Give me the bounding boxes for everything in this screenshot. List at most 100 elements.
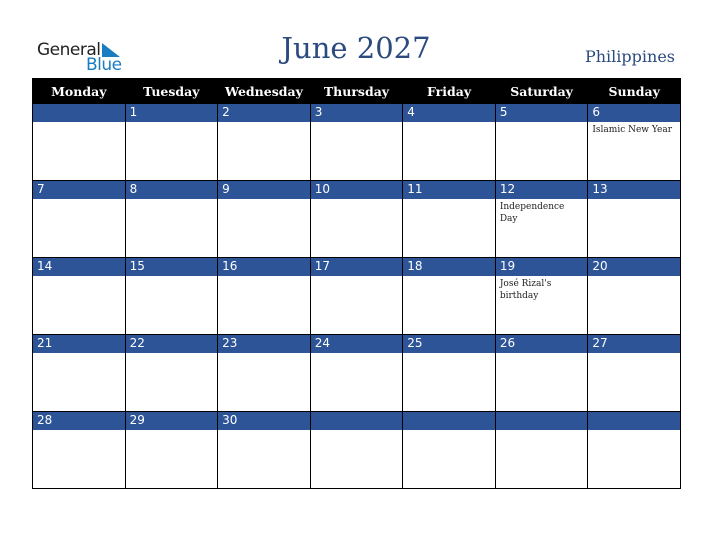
day-cell[interactable] [494,430,589,489]
day-cell[interactable] [402,122,496,181]
holiday-label: Independence Day [499,202,565,224]
day-cell[interactable] [309,276,404,335]
day-cell[interactable]: Islamic New Year [587,122,681,181]
week-1-date-row: 1 2 3 4 5 6 [32,103,681,122]
day-number: 21 [37,336,53,350]
holiday-label [496,353,588,357]
day-cell[interactable] [217,199,311,258]
holiday-label: Islamic New Year [592,125,673,135]
holiday-label [496,122,588,126]
day-number: 9 [222,182,230,196]
day-number-cell: 11 [402,180,496,199]
holiday-label [33,430,125,434]
day-cell[interactable] [124,353,219,412]
day-number: 12 [499,182,516,196]
holiday-label [126,122,218,126]
holiday-label [33,122,125,126]
day-cell[interactable] [309,199,404,258]
day-number: 11 [407,182,423,196]
day-number-cell [402,411,496,430]
day-cell[interactable] [402,276,496,335]
day-number-cell: 6 [587,103,681,122]
day-number: 8 [129,182,138,196]
day-cell[interactable]: José Rizal's birthday [494,276,589,335]
holiday-label [311,199,403,203]
day-number [588,412,680,413]
weekday-header: Wednesday [217,78,311,104]
week-3-event-row: José Rizal's birthday [32,276,681,335]
day-cell[interactable] [217,353,311,412]
day-cell[interactable] [124,122,219,181]
day-cell[interactable] [32,199,126,258]
day-cell[interactable] [32,430,126,489]
holiday-label [311,430,403,434]
day-number-cell: 10 [309,180,404,199]
weekday-header: Sunday [587,78,681,104]
day-cell[interactable] [32,122,126,181]
day-cell[interactable]: Independence Day [494,199,589,258]
day-number: 19 [499,259,516,273]
day-cell[interactable] [309,122,404,181]
day-cell[interactable] [32,276,126,335]
day-cell[interactable] [494,122,589,181]
day-cell[interactable] [124,276,219,335]
day-number: 2 [222,105,230,119]
day-number-cell: 14 [32,257,126,276]
day-cell[interactable] [217,122,311,181]
holiday-label [218,353,310,357]
holiday-label [218,430,310,434]
day-number [311,412,403,413]
day-cell[interactable] [217,276,311,335]
day-cell[interactable] [402,353,496,412]
day-cell[interactable] [124,199,219,258]
day-cell[interactable] [124,430,219,489]
day-number: 1 [129,105,138,119]
weekday-header-row: Monday Tuesday Wednesday Thursday Friday… [32,78,681,104]
day-cell[interactable] [587,430,681,489]
day-number-cell [494,411,589,430]
day-number-cell: 9 [217,180,311,199]
holiday-label [126,353,218,357]
day-number-cell: 27 [587,334,681,353]
day-cell[interactable] [309,353,404,412]
day-cell[interactable] [309,430,404,489]
holiday-label [218,276,310,280]
holiday-label [403,276,495,280]
day-number: 4 [407,105,415,119]
day-number: 27 [592,336,608,350]
day-cell[interactable] [494,353,589,412]
calendar-grid: Monday Tuesday Wednesday Thursday Friday… [32,78,681,489]
day-number: 26 [499,336,516,350]
day-number: 25 [407,336,423,350]
day-number-cell: 5 [494,103,589,122]
week-4-event-row [32,353,681,412]
day-number: 30 [222,413,238,427]
day-cell[interactable] [402,199,496,258]
day-number: 29 [129,413,145,427]
day-cell[interactable] [32,353,126,412]
day-number [496,412,588,413]
day-number-cell: 29 [124,411,219,430]
holiday-label [403,430,495,434]
day-cell[interactable] [587,353,681,412]
weekday-header: Monday [32,78,126,104]
day-number-cell: 30 [217,411,311,430]
week-1-event-row: Islamic New Year [32,122,681,181]
day-number-cell: 16 [217,257,311,276]
weekday-header: Thursday [309,78,403,104]
holiday-label [403,122,495,126]
day-number: 17 [314,259,330,273]
day-number: 5 [499,105,508,119]
day-number-cell: 15 [124,257,219,276]
day-cell[interactable] [587,276,681,335]
day-cell[interactable] [402,430,496,489]
week-2-event-row: Independence Day [32,199,681,258]
day-number-cell: 28 [32,411,126,430]
day-cell[interactable] [587,199,681,258]
weekday-header: Saturday [494,78,588,104]
day-number [403,412,495,413]
day-cell[interactable] [217,430,311,489]
day-number: 3 [314,105,323,119]
holiday-label [126,199,218,203]
holiday-label [588,276,680,280]
